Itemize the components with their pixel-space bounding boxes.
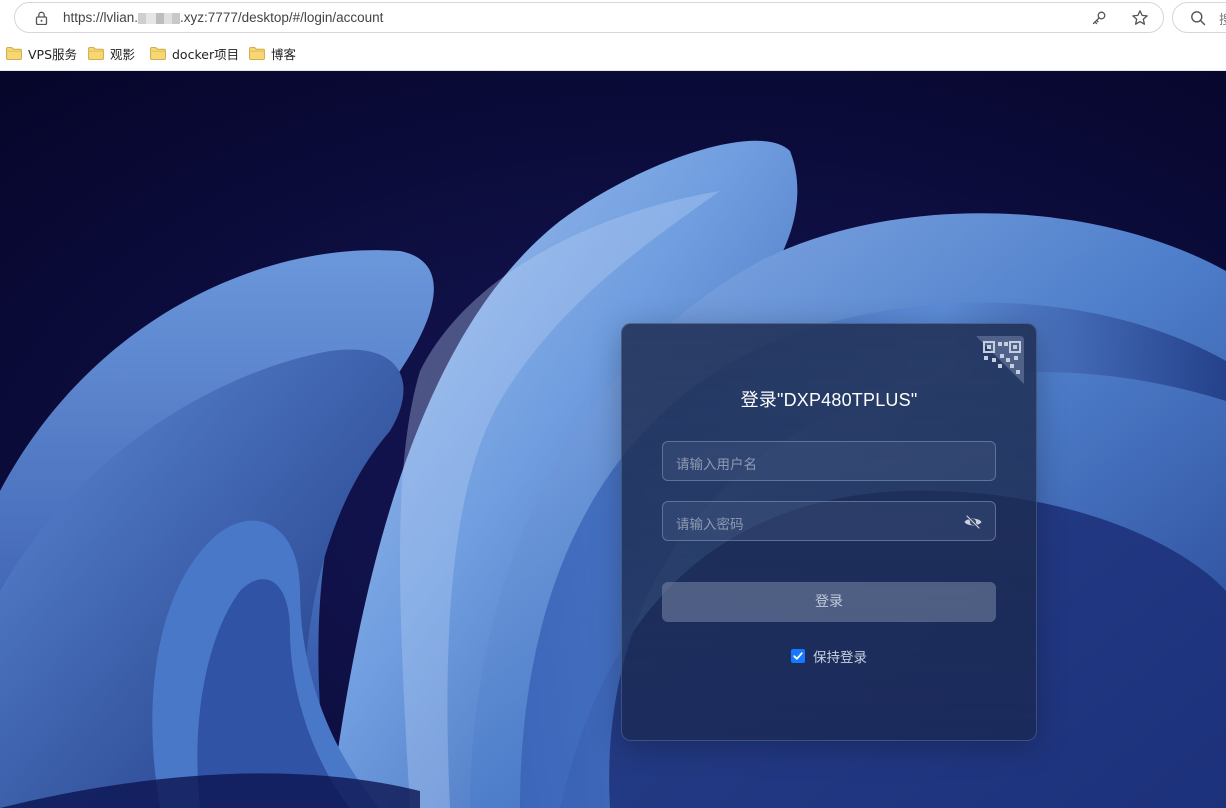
browser-address-row: https://lvlian. .xyz:7777/desktop/#/login… [0,0,1226,36]
key-icon[interactable] [1091,10,1107,26]
bookmark-docker[interactable]: docker项目 [150,44,239,62]
password-placeholder: 请输入密码 [676,517,744,533]
folder-icon [88,46,104,60]
url-prefix: https://lvlian. [63,10,139,25]
bookmark-label: VPS服务 [28,46,78,62]
login-card: 登录"DXP480TPLUS" 请输入用户名 请输入密码 登录 保持登录 [621,323,1037,741]
bookmark-label: docker项目 [172,46,240,62]
bookmark-vps[interactable]: VPS服务 [6,44,77,62]
star-icon[interactable] [1131,9,1149,27]
folder-icon [150,46,166,60]
url-suffix: .xyz:7777/desktop/#/login/account [180,10,384,25]
bookmark-blog[interactable]: 博客 [249,44,296,62]
remember-label: 保持登录 [813,650,867,666]
login-button[interactable]: 登录 [662,582,996,622]
password-input[interactable]: 请输入密码 [662,501,996,541]
qr-code-login-icon[interactable] [976,336,1024,384]
lock-icon[interactable] [35,11,48,25]
address-url[interactable]: https://lvlian. .xyz:7777/desktop/#/login… [63,10,383,25]
browser-search-bar[interactable]: 搜 [1172,2,1226,33]
remember-login[interactable]: 保持登录 [622,646,1036,666]
search-icon[interactable] [1190,10,1206,26]
eye-hidden-icon[interactable] [963,514,983,530]
login-page: 登录"DXP480TPLUS" 请输入用户名 请输入密码 登录 保持登录 [0,71,1226,808]
login-title: 登录"DXP480TPLUS" [740,390,918,410]
bookmark-movies[interactable]: 观影 [88,44,135,62]
folder-icon [6,46,22,60]
username-input[interactable]: 请输入用户名 [662,441,996,481]
folder-icon [249,46,265,60]
bookmark-label: 博客 [271,46,297,62]
bookmark-label: 观影 [110,46,136,62]
check-icon [793,652,803,660]
remember-checkbox[interactable] [791,649,805,663]
address-bar[interactable]: https://lvlian. .xyz:7777/desktop/#/login… [14,2,1164,33]
url-redacted-segment [138,12,181,24]
bookmarks-bar: VPS服务 观影 docker项目 博客 [0,36,1226,71]
username-placeholder: 请输入用户名 [676,457,757,473]
wallpaper-bloom [0,71,1226,808]
search-hint: 搜 [1219,13,1226,28]
